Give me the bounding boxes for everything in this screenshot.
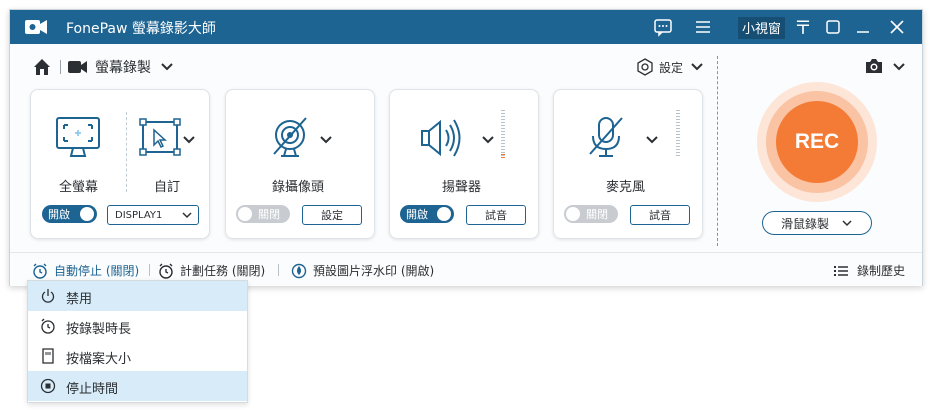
clock-icon [40,318,56,334]
list-icon [833,264,849,278]
webcam-card: 錄攝像頭 關閉 設定 [225,89,375,239]
speaker-toggle[interactable]: 開啟 [400,205,454,223]
mouse-record-dropdown[interactable]: 滑鼠錄製 [762,211,872,235]
watermark-button[interactable]: 預設圖片浮水印 (開啟) [291,262,434,279]
power-icon [40,288,56,304]
card-divider [126,112,128,192]
chevron-down-icon [689,59,705,75]
menu-item-by-file-size[interactable]: 按檔案大小 [28,341,247,371]
screen-toggle[interactable]: 開啟 [42,205,97,223]
chevron-down-icon[interactable] [891,59,907,75]
section-divider [717,56,718,246]
chevron-down-icon [841,217,853,229]
speaker-level-peak [501,154,505,158]
toggle-label: 關閉 [586,208,608,221]
video-camera-icon [67,59,89,75]
bottom-divider [278,264,279,276]
mic-test-button[interactable]: 試音 [630,205,690,225]
chevron-down-icon [181,209,193,221]
menu-item-disable[interactable]: 禁用 [28,281,247,311]
schedule-button[interactable]: 計劃任務 (關閉) [158,262,265,279]
display-select-value: DISPLAY1 [115,209,163,221]
hexagon-gear-icon [636,58,654,76]
custom-label: 自訂 [154,180,181,195]
schedule-label: 計劃任務 (關閉) [180,264,266,278]
title-bar: FonePaw 螢幕錄影大師 小視窗 〒 [10,10,922,44]
speaker-label: 揚聲器 [442,180,482,195]
menu-icon[interactable] [692,16,714,38]
menu-item-stop-time[interactable]: 停止時間 [28,371,247,401]
chevron-down-icon[interactable] [318,132,334,148]
speaker-test-button[interactable]: 試音 [466,205,526,225]
webcam-settings-button[interactable]: 設定 [302,205,362,225]
menu-item-label: 按檔案大小 [66,352,132,367]
auto-stop-menu: 禁用 按錄製時長 按檔案大小 停止時間 [27,280,248,403]
chevron-down-icon[interactable] [159,59,175,75]
stop-icon [40,378,56,394]
menu-item-label: 停止時間 [66,382,119,397]
chevron-down-icon[interactable] [480,132,496,148]
auto-stop-button[interactable]: 自動停止 (關閉) [32,262,139,279]
chevron-down-icon[interactable] [181,132,197,148]
toolbar-divider [60,60,61,74]
mouse-record-label: 滑鼠錄製 [780,216,829,231]
toggle-knob [437,207,451,221]
mode-toolbar: 螢幕錄製 [32,56,175,78]
app-title: FonePaw 螢幕錄影大師 [66,21,216,37]
app-window: FonePaw 螢幕錄影大師 小視窗 〒 螢幕錄製 設定 全螢幕 自訂 開啟 D… [9,9,923,286]
full-screen-label: 全螢幕 [59,180,99,195]
webcam-label: 錄攝像頭 [272,180,325,195]
speaker-level-meter [501,110,505,158]
close-icon[interactable] [886,16,908,38]
restore-icon[interactable] [822,16,844,38]
watermark-label: 預設圖片浮水印 (開啟) [313,264,435,278]
mic-level-meter [676,110,680,158]
toggle-knob [238,207,252,221]
menu-item-by-duration[interactable]: 按錄製時長 [28,311,247,341]
camera-icon[interactable] [864,56,884,76]
mic-toggle[interactable]: 關閉 [564,205,618,223]
mic-label: 麥克風 [606,180,646,195]
speaker-icon[interactable] [418,116,468,160]
settings-button[interactable]: 設定 [636,58,705,76]
webcam-toggle[interactable]: 關閉 [236,205,290,223]
screen-card: 全螢幕 自訂 開啟 DISPLAY1 [30,89,210,239]
history-label: 錄制歷史 [857,264,906,278]
file-icon [40,348,56,364]
toggle-label: 關閉 [258,208,280,221]
settings-label: 設定 [659,60,684,75]
full-screen-icon[interactable] [55,116,101,160]
minimize-icon[interactable] [852,16,874,38]
home-icon[interactable] [32,57,52,77]
history-button[interactable]: 錄制歷史 [833,262,905,279]
alarm-clock-icon [158,263,174,279]
menu-item-label: 按錄製時長 [66,322,132,337]
app-logo-icon [24,16,48,38]
feedback-icon[interactable] [652,16,674,38]
mic-card: 麥克風 關閉 試音 [553,89,703,239]
chevron-down-icon[interactable] [644,132,660,148]
webcam-off-icon[interactable] [268,116,312,160]
auto-stop-label: 自動停止 (關閉) [54,264,140,278]
bottom-divider [149,264,150,276]
clock-icon [32,263,48,279]
menu-item-label: 禁用 [66,292,93,307]
toggle-label: 開啟 [48,208,70,221]
pin-icon[interactable]: 〒 [792,14,814,39]
speaker-card: 揚聲器 開啟 試音 [389,89,539,239]
custom-region-icon[interactable] [139,118,183,158]
toggle-knob [80,207,94,221]
rec-button[interactable]: REC [776,101,858,183]
mode-label[interactable]: 螢幕錄製 [95,57,151,77]
toggle-label: 開啟 [406,208,428,221]
mini-window-button[interactable]: 小視窗 [738,17,786,39]
watermark-drop-icon [291,263,307,279]
toggle-knob [566,207,580,221]
mic-off-icon[interactable] [584,114,628,160]
display-select[interactable]: DISPLAY1 [107,205,199,225]
